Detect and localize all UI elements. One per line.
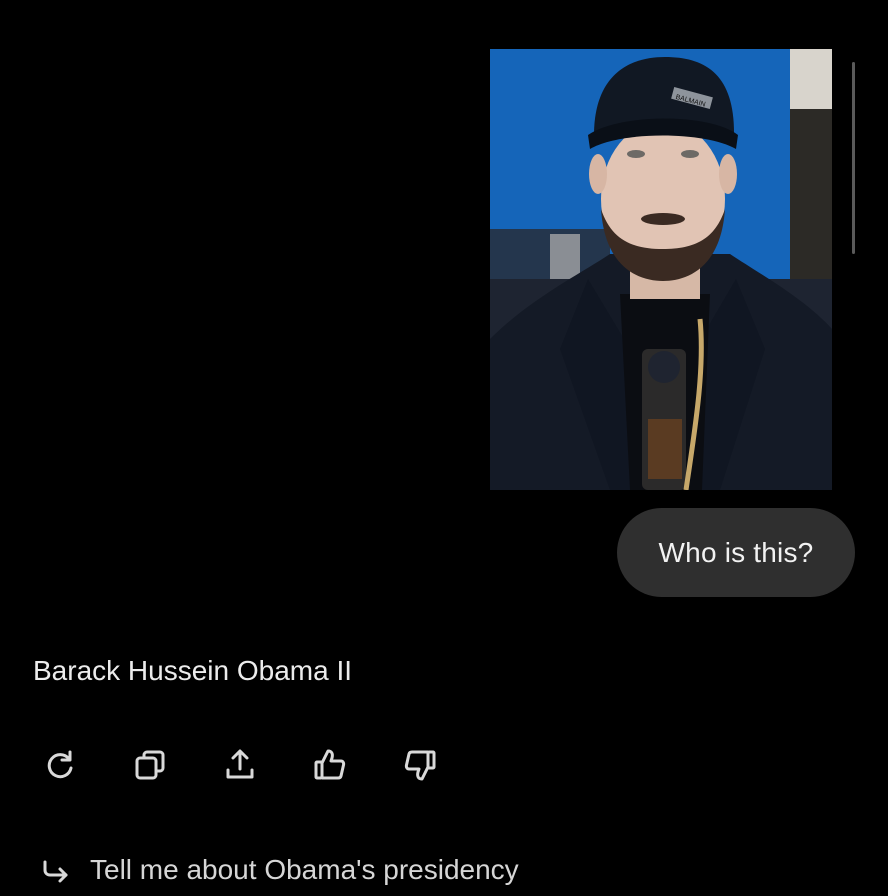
copy-icon	[135, 750, 165, 780]
like-button[interactable]	[310, 745, 350, 785]
thumbs-up-icon	[314, 749, 346, 780]
scrollbar-thumb[interactable]	[852, 62, 855, 254]
refresh-icon	[47, 750, 73, 779]
suggested-followup-text: Tell me about Obama's presidency	[90, 854, 519, 885]
user-message-text: Who is this?	[658, 536, 814, 568]
thumbs-down-icon	[404, 750, 436, 781]
share-button[interactable]	[220, 745, 260, 785]
user-message-bubble: Who is this?	[617, 508, 855, 597]
regenerate-button[interactable]	[40, 745, 80, 785]
suggested-followup[interactable]: Tell me about Obama's presidency	[40, 850, 519, 890]
copy-button[interactable]	[130, 745, 170, 785]
dislike-button[interactable]	[400, 745, 440, 785]
share-icon	[226, 749, 254, 779]
assistant-message-text: Barack Hussein Obama II	[33, 655, 353, 686]
follow-up-arrow-icon	[43, 860, 68, 883]
photo-image: BALMAIN	[490, 49, 832, 490]
attached-photo[interactable]: BALMAIN	[490, 49, 832, 490]
